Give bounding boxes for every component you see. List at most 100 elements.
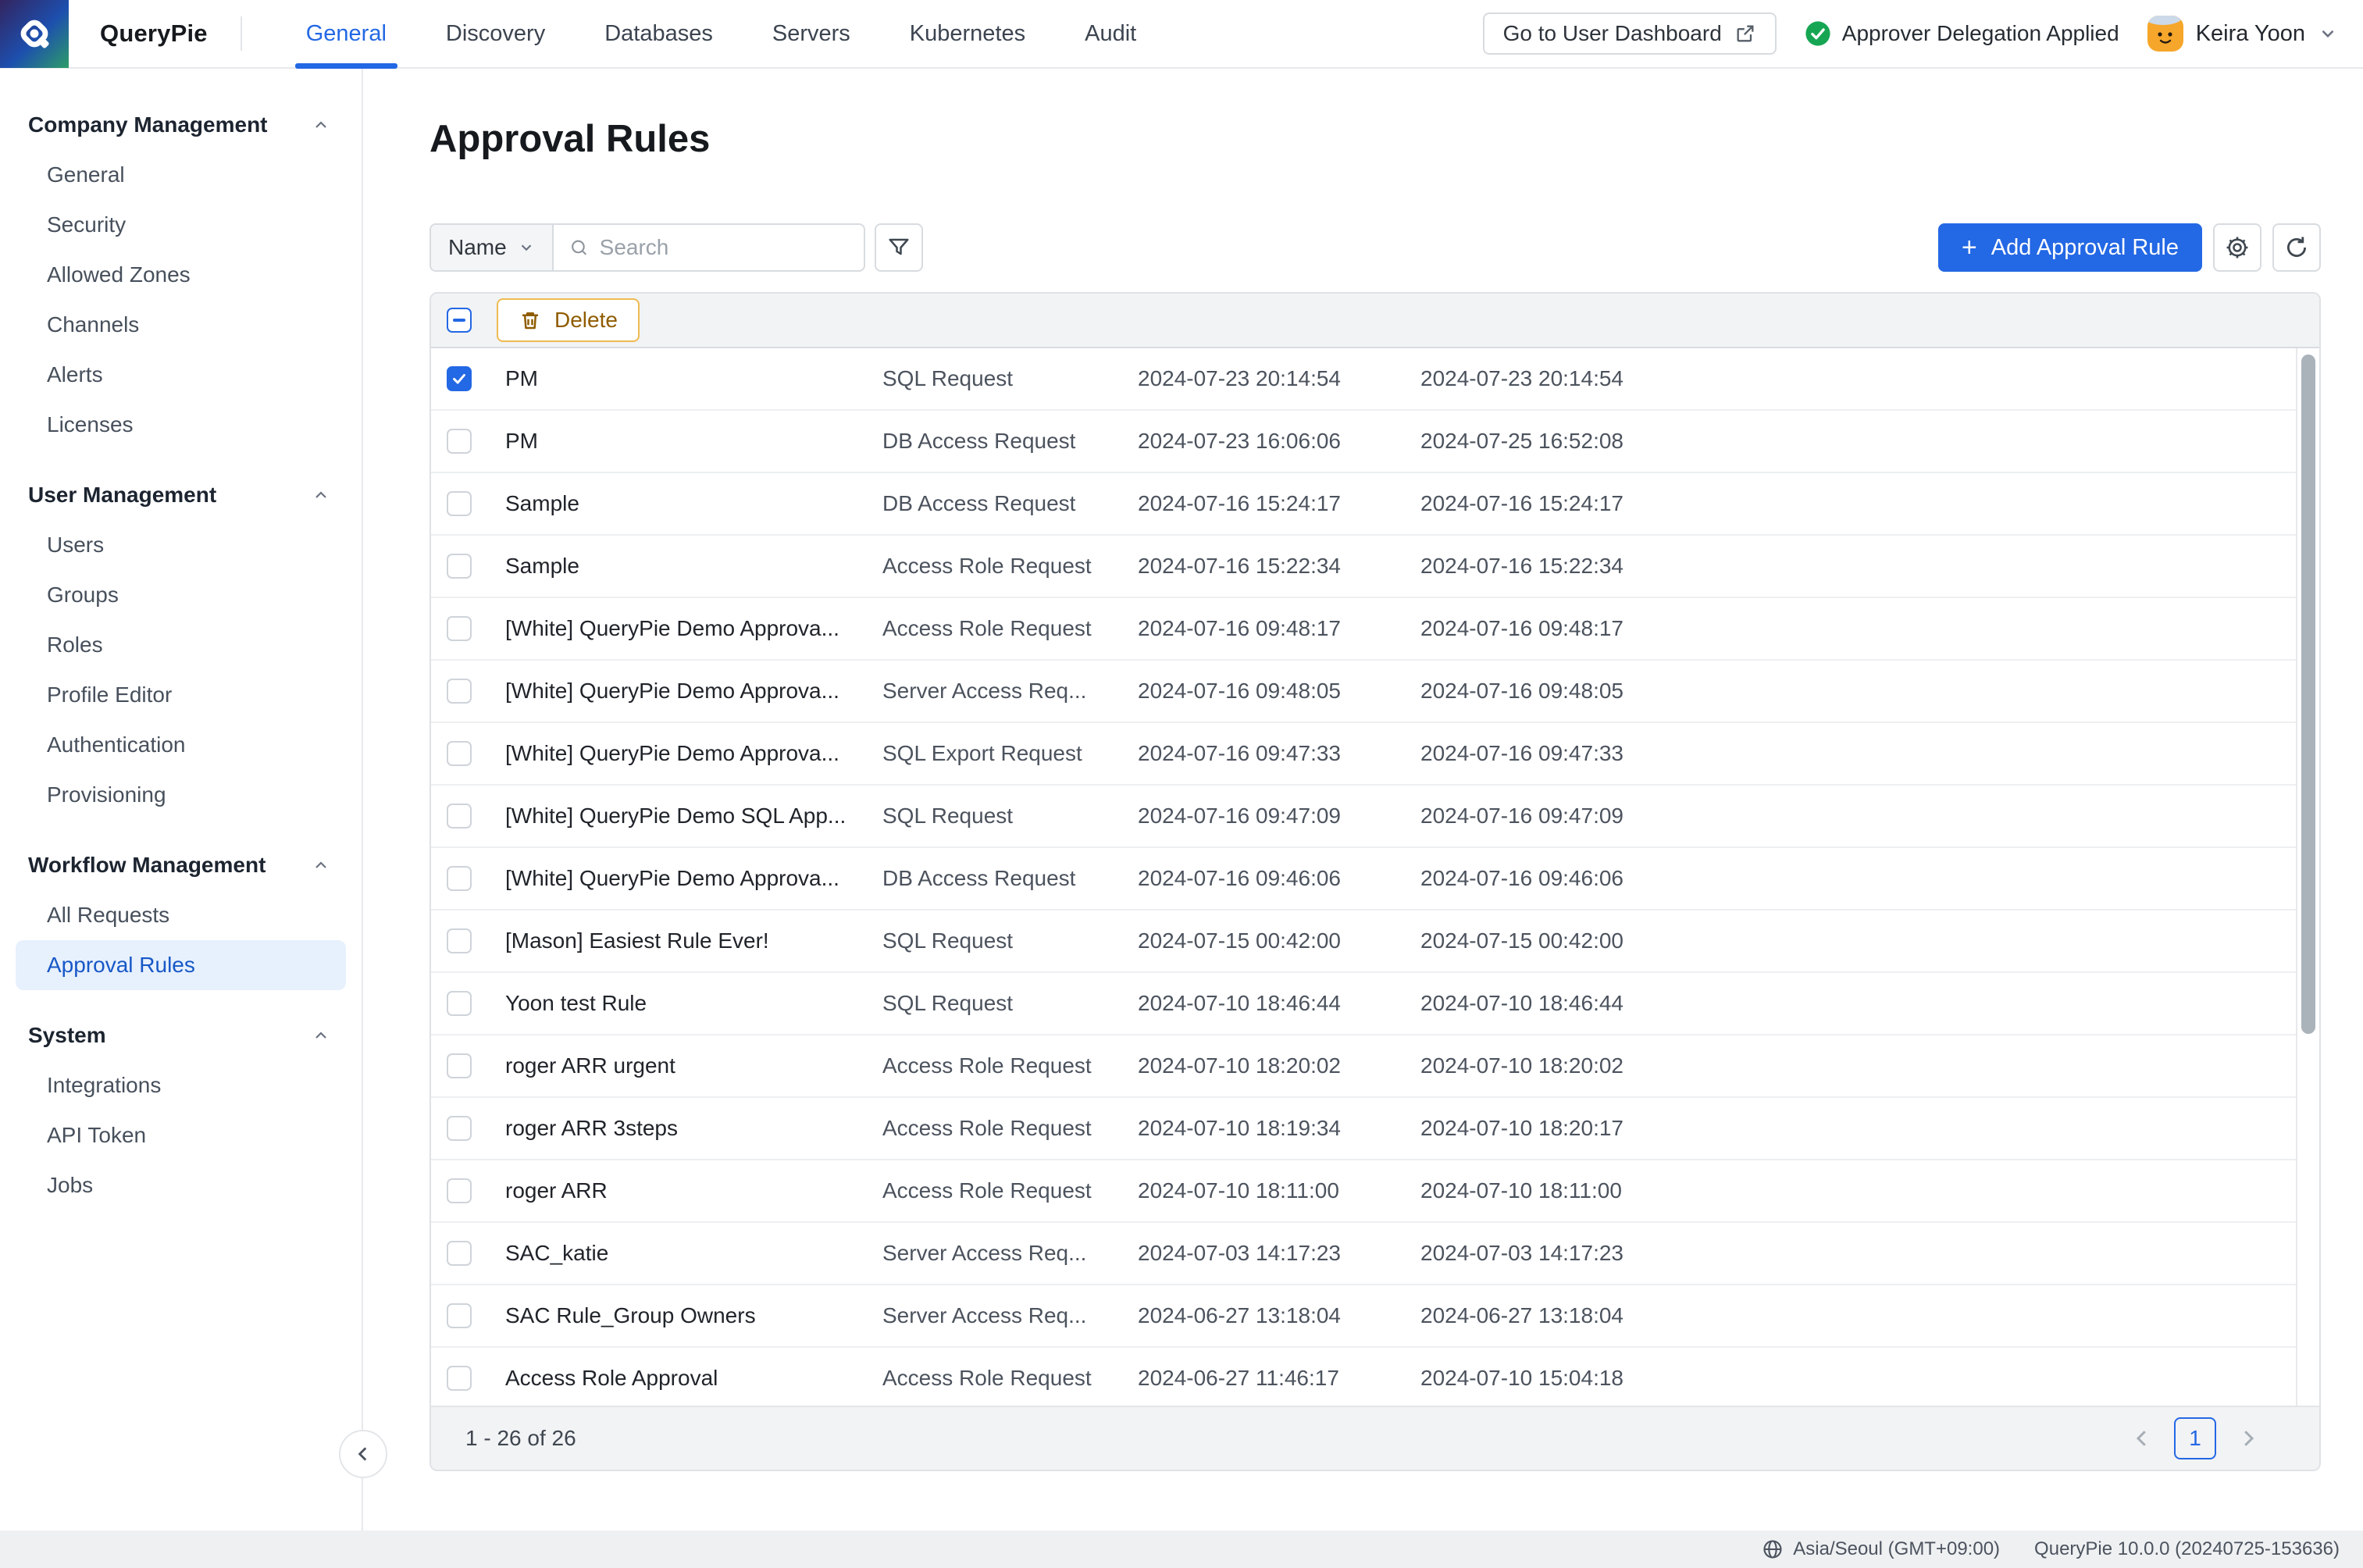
funnel-icon [887, 236, 911, 259]
sidebar-item-channels[interactable]: Channels [0, 300, 362, 350]
search-field-value: Name [448, 235, 507, 260]
sidebar-section-user-management[interactable]: User Management [0, 470, 362, 520]
sidebar-item-all-requests[interactable]: All Requests [0, 890, 362, 940]
row-checkbox[interactable] [447, 928, 472, 953]
table-row[interactable]: [White] QueryPie Demo Approva...Access R… [431, 598, 2319, 661]
cell-type: Access Role Request [882, 1053, 1138, 1078]
table-row[interactable]: Yoon test RuleSQL Request2024-07-10 18:4… [431, 973, 2319, 1035]
search-input[interactable] [600, 235, 848, 260]
user-menu[interactable]: Keira Yoon [2147, 16, 2338, 52]
nav-item-kubernetes[interactable]: Kubernetes [880, 0, 1055, 67]
sidebar-item-users[interactable]: Users [0, 520, 362, 570]
table-footer: 1 - 26 of 26 1 [431, 1406, 2319, 1470]
table-row[interactable]: [White] QueryPie Demo Approva...DB Acces… [431, 848, 2319, 911]
table-row[interactable]: Access Role ApprovalAccess Role Request2… [431, 1348, 2319, 1406]
chevron-down-icon [2318, 23, 2338, 44]
table-row[interactable]: [White] QueryPie Demo Approva...Server A… [431, 661, 2319, 723]
add-approval-rule-button[interactable]: + Add Approval Rule [1938, 223, 2202, 272]
table-scrollbar[interactable] [2296, 348, 2319, 1406]
previous-page-button[interactable] [2130, 1427, 2154, 1450]
table-row[interactable]: SAC Rule_Group OwnersServer Access Req..… [431, 1285, 2319, 1348]
querypie-logo[interactable] [0, 0, 69, 68]
row-checkbox[interactable] [447, 991, 472, 1016]
sidebar-item-provisioning[interactable]: Provisioning [0, 770, 362, 820]
table-row[interactable]: roger ARR 3stepsAccess Role Request2024-… [431, 1098, 2319, 1160]
next-page-button[interactable] [2236, 1427, 2260, 1450]
table-row[interactable]: roger ARR urgentAccess Role Request2024-… [431, 1035, 2319, 1098]
nav-item-servers[interactable]: Servers [743, 0, 880, 67]
cell-type: Server Access Req... [882, 1303, 1138, 1328]
row-checkbox[interactable] [447, 1178, 472, 1203]
sidebar-section-workflow-management[interactable]: Workflow Management [0, 840, 362, 890]
table-row[interactable]: [White] QueryPie Demo Approva...SQL Expo… [431, 723, 2319, 786]
row-checkbox[interactable] [447, 616, 472, 641]
select-all-checkbox[interactable] [447, 308, 472, 333]
sidebar-collapse-button[interactable] [339, 1430, 387, 1478]
sidebar-item-authentication[interactable]: Authentication [0, 720, 362, 770]
search-icon [569, 237, 589, 258]
cell-name: [White] QueryPie Demo Approva... [505, 616, 882, 641]
sidebar-item-general[interactable]: General [0, 150, 362, 200]
sidebar-section-company-management[interactable]: Company Management [0, 100, 362, 150]
table-row[interactable]: roger ARRAccess Role Request2024-07-10 1… [431, 1160, 2319, 1223]
sidebar-item-licenses[interactable]: Licenses [0, 400, 362, 450]
cell-type: DB Access Request [882, 491, 1138, 516]
row-checkbox[interactable] [447, 804, 472, 829]
sidebar-section-system[interactable]: System [0, 1010, 362, 1060]
go-to-user-dashboard-button[interactable]: Go to User Dashboard [1483, 12, 1777, 55]
row-checkbox[interactable] [447, 1303, 472, 1328]
sidebar-item-groups[interactable]: Groups [0, 570, 362, 620]
sidebar-item-roles[interactable]: Roles [0, 620, 362, 670]
cell-type: SQL Request [882, 928, 1138, 953]
table-row[interactable]: [Mason] Easiest Rule Ever!SQL Request202… [431, 911, 2319, 973]
filter-button[interactable] [875, 223, 923, 272]
sidebar-item-api-token[interactable]: API Token [0, 1110, 362, 1160]
row-checkbox[interactable] [447, 491, 472, 516]
table-row[interactable]: PMSQL Request2024-07-23 20:14:542024-07-… [431, 348, 2319, 411]
row-checkbox[interactable] [447, 679, 472, 704]
page-title: Approval Rules [429, 114, 2363, 164]
toolbar-actions: + Add Approval Rule [1938, 223, 2321, 272]
sidebar-item-approval-rules[interactable]: Approval Rules [16, 940, 346, 990]
row-checkbox[interactable] [447, 1366, 472, 1391]
row-checkbox[interactable] [447, 429, 472, 454]
sidebar-item-profile-editor[interactable]: Profile Editor [0, 670, 362, 720]
sidebar-item-security[interactable]: Security [0, 200, 362, 250]
sidebar-item-alerts[interactable]: Alerts [0, 350, 362, 400]
page-number-button[interactable]: 1 [2174, 1417, 2216, 1459]
timezone: Asia/Seoul (GMT+09:00) [1762, 1538, 2000, 1560]
row-checkbox[interactable] [447, 1053, 472, 1078]
row-checkbox[interactable] [447, 1116, 472, 1141]
sidebar-item-allowed-zones[interactable]: Allowed Zones [0, 250, 362, 300]
filter-toolbar: Name + Add Approval Rule [429, 223, 2363, 272]
nav-item-audit[interactable]: Audit [1055, 0, 1166, 67]
table-row[interactable]: PMDB Access Request2024-07-23 16:06:0620… [431, 411, 2319, 473]
row-checkbox[interactable] [447, 866, 472, 891]
cell-name: roger ARR 3steps [505, 1116, 882, 1141]
settings-button[interactable] [2213, 223, 2261, 272]
row-checkbox[interactable] [447, 554, 472, 579]
cell-updated: 2024-07-16 09:48:05 [1420, 679, 2319, 704]
scrollbar-thumb[interactable] [2301, 355, 2315, 1034]
cell-updated: 2024-07-23 20:14:54 [1420, 366, 2319, 391]
cell-created: 2024-07-23 16:06:06 [1138, 429, 1420, 454]
table-row[interactable]: SampleDB Access Request2024-07-16 15:24:… [431, 473, 2319, 536]
nav-item-general[interactable]: General [276, 0, 416, 67]
refresh-button[interactable] [2272, 223, 2321, 272]
row-checkbox[interactable] [447, 1241, 472, 1266]
section-label: System [28, 1023, 106, 1048]
table-row[interactable]: SAC_katieServer Access Req...2024-07-03 … [431, 1223, 2319, 1285]
cell-created: 2024-07-03 14:17:23 [1138, 1241, 1420, 1266]
delete-button[interactable]: Delete [497, 298, 640, 342]
nav-item-databases[interactable]: Databases [575, 0, 743, 67]
sidebar-item-integrations[interactable]: Integrations [0, 1060, 362, 1110]
approval-rules-table: Delete PMSQL Request2024-07-23 20:14:542… [429, 292, 2321, 1471]
table-row[interactable]: SampleAccess Role Request2024-07-16 15:2… [431, 536, 2319, 598]
row-checkbox[interactable] [447, 741, 472, 766]
gear-icon [2224, 234, 2251, 261]
nav-item-discovery[interactable]: Discovery [416, 0, 575, 67]
table-row[interactable]: [White] QueryPie Demo SQL App...SQL Requ… [431, 786, 2319, 848]
sidebar-item-jobs[interactable]: Jobs [0, 1160, 362, 1210]
search-field-select[interactable]: Name [431, 225, 554, 270]
row-checkbox[interactable] [447, 366, 472, 391]
